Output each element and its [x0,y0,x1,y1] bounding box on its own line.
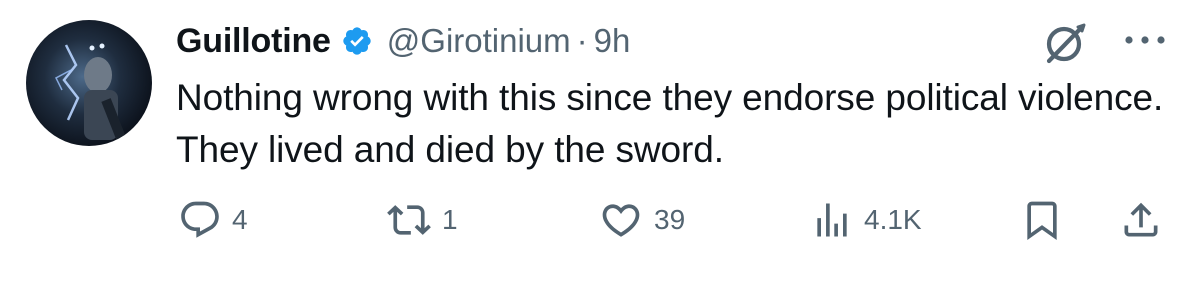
grok-icon[interactable] [1040,18,1090,68]
reply-icon [178,198,222,242]
avatar-image [26,20,152,146]
reply-count: 4 [232,204,248,235]
bookmark-button[interactable] [1020,198,1064,242]
heart-icon [598,198,644,242]
views-icon [810,198,854,242]
like-count: 39 [654,204,686,235]
share-icon [1118,198,1164,242]
timestamp[interactable]: 9h [594,22,631,60]
views-count: 4.1K [864,204,922,235]
author-name[interactable]: Guillotine [176,22,331,61]
like-button[interactable]: 39 [598,198,685,242]
tweet-header: Guillotine @Girotinium · 9h [176,14,630,68]
avatar[interactable] [26,20,152,146]
tweet-text: Nothing wrong with this since they endor… [176,77,1164,170]
repost-count: 1 [442,204,458,235]
bookmark-icon [1020,198,1064,242]
reply-button[interactable]: 4 [178,198,248,242]
more-icon[interactable] [1122,30,1168,50]
share-button[interactable] [1118,198,1164,242]
repost-button[interactable]: 1 [386,198,458,242]
repost-icon [386,198,432,242]
separator-dot: · [576,22,588,59]
views-button[interactable]: 4.1K [810,198,922,242]
author-handle[interactable]: @Girotinium [387,22,571,60]
verified-badge-icon [341,25,373,57]
